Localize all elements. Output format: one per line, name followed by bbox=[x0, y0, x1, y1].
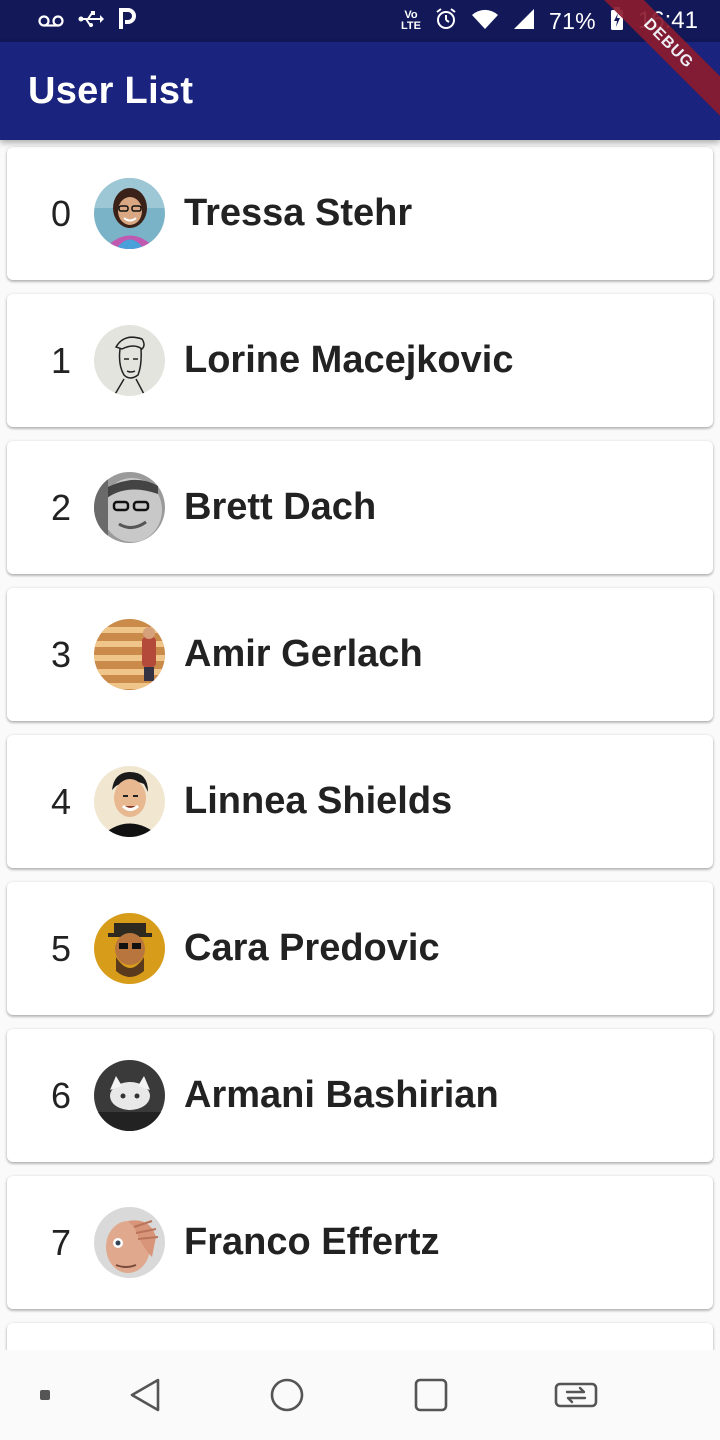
page-title: User List bbox=[28, 69, 194, 112]
user-card[interactable]: 7 Franco Effertz bbox=[7, 1176, 713, 1309]
user-index: 3 bbox=[50, 633, 72, 675]
user-name: Armani Bashirian bbox=[184, 1074, 499, 1116]
user-card[interactable]: 2 Brett Dach bbox=[7, 441, 713, 574]
user-card[interactable]: 0 Tressa Stehr bbox=[7, 147, 713, 280]
user-index: 4 bbox=[50, 780, 72, 822]
user-card[interactable]: 6 Armani Bashirian bbox=[7, 1029, 713, 1162]
user-index: 1 bbox=[50, 339, 72, 381]
avatar bbox=[94, 178, 165, 249]
user-name: Cara Predovic bbox=[184, 927, 440, 969]
user-card[interactable]: 1 Lorine Macejkovic bbox=[7, 294, 713, 427]
alarm-icon bbox=[435, 8, 457, 34]
avatar bbox=[94, 1207, 165, 1278]
user-list[interactable]: 0 Tressa Stehr 1 Lorine Macejkovic 2 Bre… bbox=[0, 140, 720, 1350]
avatar bbox=[94, 472, 165, 543]
status-time: 16:41 bbox=[637, 7, 698, 34]
user-name: Linnea Shields bbox=[184, 780, 453, 822]
user-index: 6 bbox=[50, 1074, 72, 1116]
status-right: Vo LTE 71% 16:41 bbox=[401, 7, 698, 35]
user-index: 2 bbox=[50, 486, 72, 528]
user-card[interactable]: 3 Amir Gerlach bbox=[7, 588, 713, 721]
volte-icon: Vo LTE bbox=[401, 9, 421, 32]
recents-icon[interactable] bbox=[406, 1350, 456, 1440]
voicemail-icon bbox=[38, 10, 64, 32]
status-bar: Vo LTE 71% 16:41 bbox=[0, 0, 720, 42]
navigation-bar bbox=[0, 1350, 720, 1440]
parking-icon bbox=[118, 8, 136, 34]
home-icon[interactable] bbox=[262, 1350, 312, 1440]
user-card[interactable]: 4 Linnea Shields bbox=[7, 735, 713, 868]
status-left bbox=[38, 8, 136, 34]
user-index: 7 bbox=[50, 1221, 72, 1263]
rotate-icon[interactable] bbox=[548, 1350, 604, 1440]
wifi-icon bbox=[471, 8, 499, 34]
user-card[interactable]: 5 Cara Predovic bbox=[7, 882, 713, 1015]
user-name: Brett Dach bbox=[184, 486, 377, 528]
avatar bbox=[94, 325, 165, 396]
user-name: Amir Gerlach bbox=[184, 633, 423, 675]
user-name: Tressa Stehr bbox=[184, 192, 413, 234]
avatar bbox=[94, 766, 165, 837]
battery-percent: 71% bbox=[549, 7, 596, 34]
user-name: Lorine Macejkovic bbox=[184, 339, 514, 381]
user-index: 0 bbox=[50, 192, 72, 234]
battery-icon bbox=[610, 7, 624, 35]
avatar bbox=[94, 913, 165, 984]
usb-icon bbox=[78, 10, 104, 32]
signal-icon bbox=[513, 8, 535, 34]
avatar bbox=[94, 619, 165, 690]
back-icon[interactable] bbox=[120, 1350, 170, 1440]
app-bar: User List bbox=[0, 42, 720, 140]
screen: Vo LTE 71% 16:41 User List DEBUG 0 Tress… bbox=[0, 0, 720, 1440]
avatar bbox=[94, 1060, 165, 1131]
user-name: Franco Effertz bbox=[184, 1221, 440, 1263]
user-index: 5 bbox=[50, 927, 72, 969]
menu-dot-icon[interactable] bbox=[30, 1350, 60, 1440]
user-card-partial[interactable] bbox=[7, 1323, 713, 1350]
